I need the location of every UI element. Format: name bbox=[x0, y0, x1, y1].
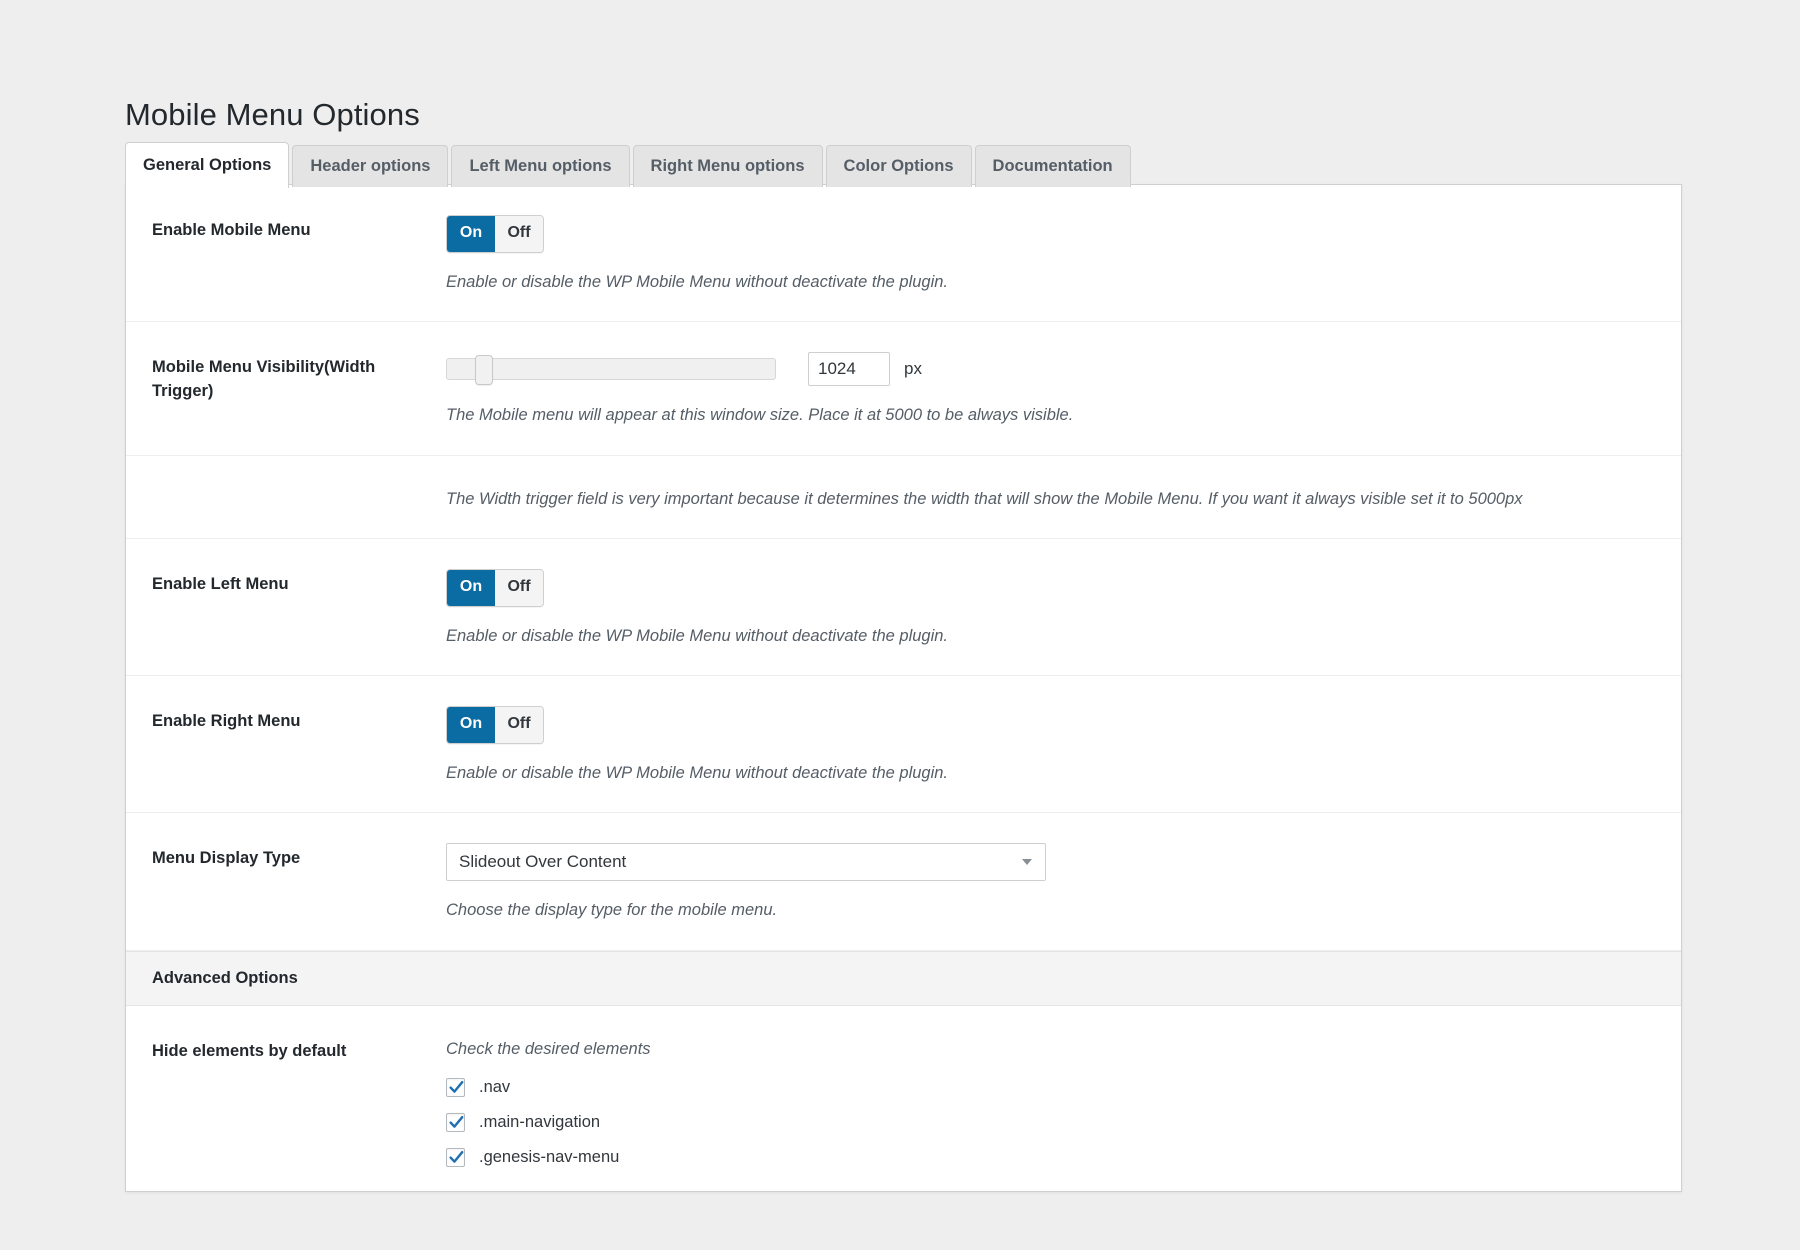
page-title: Mobile Menu Options bbox=[125, 97, 420, 133]
hint-hide-elements: Check the desired elements bbox=[446, 1036, 1659, 1062]
row-menu-display-type: Menu Display Type Slideout Over Content … bbox=[126, 813, 1681, 950]
row-enable-right-menu: Enable Right Menu On Off Enable or disab… bbox=[126, 676, 1681, 813]
label-width-trigger-note bbox=[126, 456, 446, 510]
toggle-enable-right-menu[interactable]: On Off bbox=[446, 706, 544, 744]
tab-right-menu-options[interactable]: Right Menu options bbox=[633, 145, 823, 187]
width-trigger-unit: px bbox=[904, 359, 922, 379]
description-menu-display-type: Choose the display type for the mobile m… bbox=[446, 897, 1659, 923]
width-trigger-input[interactable] bbox=[808, 352, 890, 386]
checkbox-checked-icon[interactable] bbox=[446, 1148, 465, 1167]
row-enable-left-menu: Enable Left Menu On Off Enable or disabl… bbox=[126, 539, 1681, 676]
field-enable-right-menu: On Off Enable or disable the WP Mobile M… bbox=[446, 676, 1681, 812]
field-hide-elements: Check the desired elements .nav .main-na… bbox=[446, 1006, 1681, 1192]
checkbox-item-nav[interactable]: .nav bbox=[446, 1078, 1659, 1097]
checkbox-label: .genesis-nav-menu bbox=[479, 1148, 619, 1167]
settings-panel: Enable Mobile Menu On Off Enable or disa… bbox=[125, 184, 1682, 1192]
toggle-on-segment[interactable]: On bbox=[447, 570, 495, 606]
toggle-off-segment[interactable]: Off bbox=[495, 707, 543, 743]
admin-page: Mobile Menu Options General Options Head… bbox=[0, 0, 1800, 1250]
tab-left-menu-options[interactable]: Left Menu options bbox=[451, 145, 629, 187]
description-width-trigger-note: The Width trigger field is very importan… bbox=[446, 486, 1659, 512]
row-visibility-width-trigger: Mobile Menu Visibility(Width Trigger) px… bbox=[126, 322, 1681, 455]
menu-display-type-select[interactable]: Slideout Over Content bbox=[446, 843, 1046, 881]
checkbox-checked-icon[interactable] bbox=[446, 1113, 465, 1132]
field-visibility-width-trigger: px The Mobile menu will appear at this w… bbox=[446, 322, 1681, 454]
field-enable-mobile-menu: On Off Enable or disable the WP Mobile M… bbox=[446, 185, 1681, 321]
field-enable-left-menu: On Off Enable or disable the WP Mobile M… bbox=[446, 539, 1681, 675]
toggle-on-segment[interactable]: On bbox=[447, 216, 495, 252]
toggle-enable-left-menu[interactable]: On Off bbox=[446, 569, 544, 607]
description-enable-right-menu: Enable or disable the WP Mobile Menu wit… bbox=[446, 760, 1659, 786]
row-hide-elements: Hide elements by default Check the desir… bbox=[126, 1006, 1681, 1192]
section-header-advanced-options: Advanced Options bbox=[126, 951, 1681, 1006]
description-enable-mobile-menu: Enable or disable the WP Mobile Menu wit… bbox=[446, 269, 1659, 295]
width-trigger-slider[interactable] bbox=[446, 358, 776, 380]
toggle-enable-mobile-menu[interactable]: On Off bbox=[446, 215, 544, 253]
tab-color-options[interactable]: Color Options bbox=[826, 145, 972, 187]
description-visibility: The Mobile menu will appear at this wind… bbox=[446, 402, 1659, 428]
menu-display-type-select-wrap: Slideout Over Content bbox=[446, 843, 1046, 881]
tab-header-options[interactable]: Header options bbox=[292, 145, 448, 187]
toggle-off-segment[interactable]: Off bbox=[495, 216, 543, 252]
tab-bar: General Options Header options Left Menu… bbox=[125, 142, 1134, 187]
label-enable-left-menu: Enable Left Menu bbox=[126, 539, 446, 617]
toggle-on-segment[interactable]: On bbox=[447, 707, 495, 743]
label-enable-right-menu: Enable Right Menu bbox=[126, 676, 446, 754]
field-menu-display-type: Slideout Over Content Choose the display… bbox=[446, 813, 1681, 949]
checkbox-label: .main-navigation bbox=[479, 1113, 600, 1132]
slider-handle[interactable] bbox=[475, 355, 493, 385]
row-width-trigger-note: The Width trigger field is very importan… bbox=[126, 456, 1681, 539]
label-hide-elements: Hide elements by default bbox=[126, 1006, 446, 1084]
description-enable-left-menu: Enable or disable the WP Mobile Menu wit… bbox=[446, 623, 1659, 649]
toggle-off-segment[interactable]: Off bbox=[495, 570, 543, 606]
checkbox-item-genesis-nav-menu[interactable]: .genesis-nav-menu bbox=[446, 1148, 1659, 1167]
field-width-trigger-note: The Width trigger field is very importan… bbox=[446, 456, 1681, 538]
row-enable-mobile-menu: Enable Mobile Menu On Off Enable or disa… bbox=[126, 185, 1681, 322]
tab-documentation[interactable]: Documentation bbox=[975, 145, 1131, 187]
label-menu-display-type: Menu Display Type bbox=[126, 813, 446, 891]
label-enable-mobile-menu: Enable Mobile Menu bbox=[126, 185, 446, 263]
label-visibility-width-trigger: Mobile Menu Visibility(Width Trigger) bbox=[126, 322, 446, 424]
checkbox-item-main-navigation[interactable]: .main-navigation bbox=[446, 1113, 1659, 1132]
width-trigger-controls: px bbox=[446, 352, 1659, 386]
checkbox-label: .nav bbox=[479, 1078, 510, 1097]
checkbox-checked-icon[interactable] bbox=[446, 1078, 465, 1097]
tab-general-options[interactable]: General Options bbox=[125, 142, 289, 188]
